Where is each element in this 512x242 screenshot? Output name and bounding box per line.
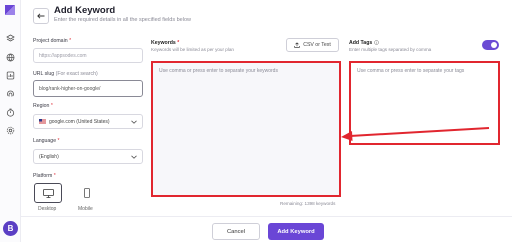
report-icon[interactable]: [6, 71, 15, 80]
region-label: Region *: [33, 103, 53, 109]
sidebar: B: [0, 0, 21, 242]
annotation-arrow-icon: [341, 127, 490, 141]
platform-desktop-label: Desktop: [38, 206, 57, 212]
csv-upload-button[interactable]: CSV or Text: [286, 38, 339, 52]
cancel-button[interactable]: Cancel: [212, 223, 260, 240]
platform-mobile-label: Mobile: [78, 206, 93, 212]
keywords-label: Keywords *: [151, 40, 180, 46]
chevron-down-icon: [131, 120, 137, 124]
keywords-hint: Keywords will be limited as per your pla…: [151, 47, 234, 52]
us-flag-icon: [39, 119, 46, 124]
settings-icon[interactable]: [6, 126, 15, 135]
tags-toggle[interactable]: [482, 40, 499, 50]
url-slug-input[interactable]: blog/rank-higher-on-google/: [33, 80, 143, 97]
footer-divider: [21, 216, 512, 217]
chevron-down-icon: [131, 155, 137, 159]
desktop-icon: [42, 188, 54, 198]
language-label: Language *: [33, 138, 60, 144]
project-domain-label: Project domain *: [33, 38, 72, 44]
toggle-knob: [491, 42, 497, 48]
back-button[interactable]: [33, 8, 49, 24]
language-select[interactable]: (English): [33, 149, 143, 164]
add-keyword-button[interactable]: Add Keyword: [268, 223, 324, 240]
fingerprint-icon[interactable]: [6, 89, 15, 98]
timer-icon[interactable]: [6, 108, 15, 117]
logo-icon[interactable]: [5, 5, 15, 15]
page-subtitle: Enter the required details in all the sp…: [54, 17, 191, 23]
avatar[interactable]: B: [3, 221, 18, 236]
remaining-keywords-count: Remaining: 1398 keywords: [280, 201, 336, 206]
platform-desktop-option[interactable]: [34, 183, 62, 203]
tags-hint: Enter multiple tags separated by comma: [349, 47, 432, 52]
arrow-left-icon: [37, 13, 45, 19]
platform-mobile-option[interactable]: [73, 183, 101, 203]
upload-icon: [294, 42, 300, 48]
region-select[interactable]: google.com (United States): [33, 114, 143, 129]
page-title: Add Keyword: [54, 5, 116, 16]
url-slug-label: URL slug (For exact search): [33, 71, 98, 77]
project-domain-input[interactable]: https://appsodes.com: [33, 48, 143, 63]
layers-icon[interactable]: [6, 34, 15, 43]
keywords-textarea[interactable]: Use comma or press enter to separate you…: [151, 61, 341, 197]
info-icon[interactable]: [373, 40, 379, 45]
platform-label: Platform *: [33, 173, 56, 179]
mobile-icon: [84, 188, 90, 198]
globe-icon[interactable]: [6, 53, 15, 62]
tags-label: Add Tags: [349, 40, 379, 46]
